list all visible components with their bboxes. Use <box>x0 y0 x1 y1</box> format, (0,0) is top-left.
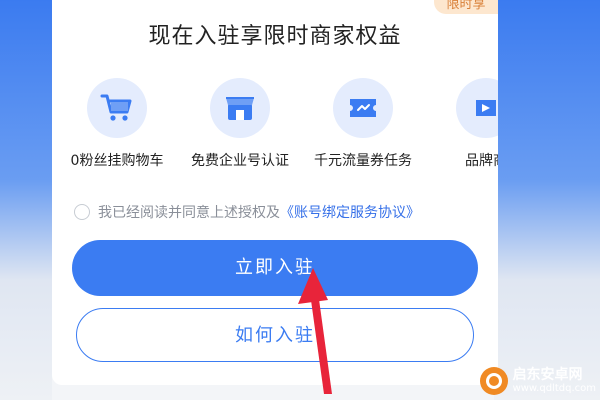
watermark-url: www.qdltdq.com <box>512 383 596 394</box>
watermark-logo-icon <box>479 367 508 395</box>
red-arrow-annotation-icon <box>298 268 332 394</box>
watermark-title: 启东安卓网 <box>512 367 583 383</box>
benefit-label: 品牌商 <box>465 153 498 169</box>
agreement-text: 我已经阅读并同意上述授权及 <box>98 205 280 221</box>
benefit-item-coupon[interactable]: 千元流量券任务 <box>303 78 423 170</box>
join-now-button[interactable]: 立即入驻 <box>72 240 478 296</box>
merchant-signup-card: 限时享 现在入驻享限时商家权益 0粉丝挂购物车 免费企业号认证 千元流量券任务 … <box>52 0 498 385</box>
agreement-row: 我已经阅读并同意上述授权及 《账号绑定服务协议》 <box>74 202 420 222</box>
storefront-icon <box>210 78 270 138</box>
how-to-join-button[interactable]: 如何入驻 <box>76 308 474 362</box>
agreement-link[interactable]: 《账号绑定服务协议》 <box>280 202 420 222</box>
page-title: 现在入驻享限时商家权益 <box>148 24 402 49</box>
coupon-icon <box>333 78 393 138</box>
brand-icon <box>456 78 498 138</box>
benefit-label: 0粉丝挂购物车 <box>70 153 164 169</box>
benefit-label: 免费企业号认证 <box>191 153 289 169</box>
benefit-item-cart[interactable]: 0粉丝挂购物车 <box>57 78 177 170</box>
background-right-panel <box>494 0 600 400</box>
site-watermark: 启东安卓网 www.qdltdq.com <box>479 366 596 396</box>
benefit-item-brand[interactable]: 品牌商 <box>426 78 498 170</box>
background-left-panel <box>0 0 52 400</box>
benefit-label: 千元流量券任务 <box>314 153 412 169</box>
benefit-item-verify[interactable]: 免费企业号认证 <box>180 78 300 170</box>
shopping-cart-icon <box>87 78 147 138</box>
benefit-list: 0粉丝挂购物车 免费企业号认证 千元流量券任务 品牌 <box>52 78 498 178</box>
limited-time-badge: 限时享 <box>434 0 498 14</box>
agreement-checkbox[interactable] <box>74 204 90 220</box>
